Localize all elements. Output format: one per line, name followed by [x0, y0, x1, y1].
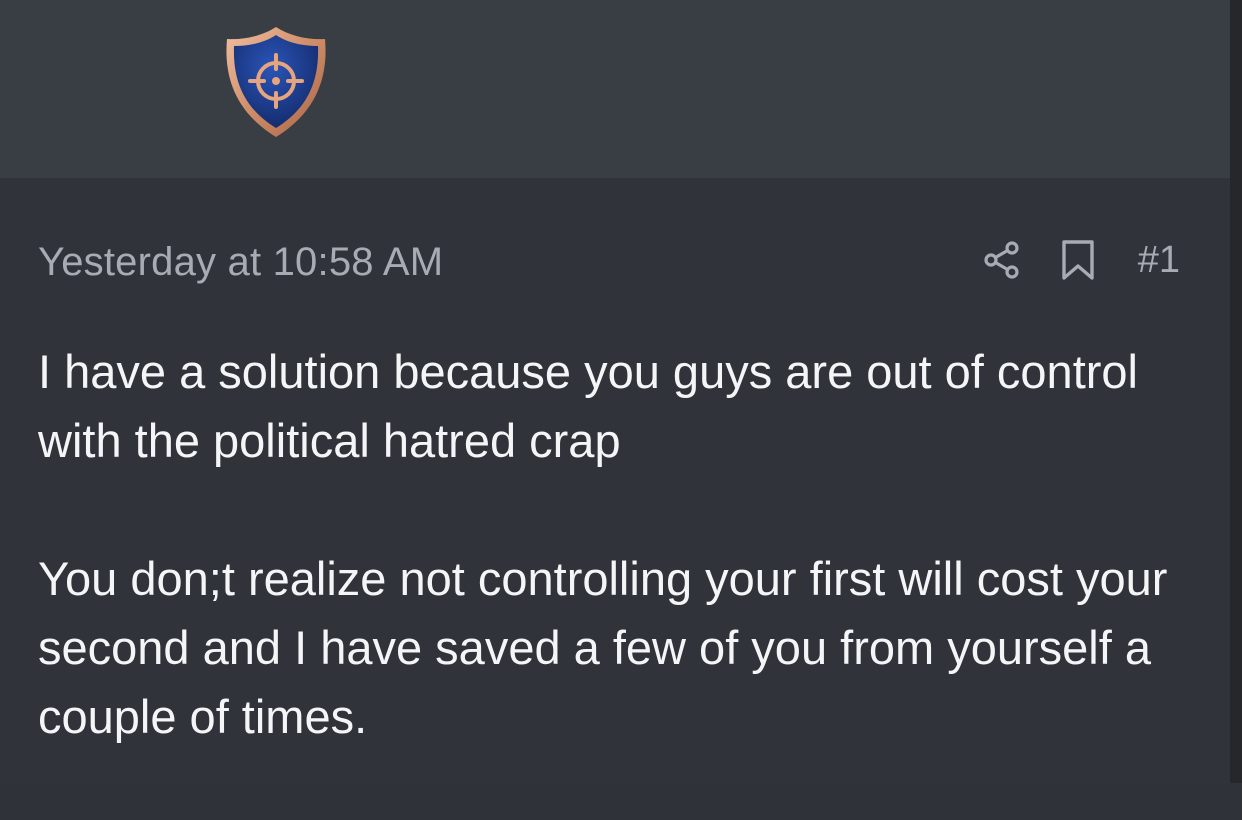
post-paragraph: You don;t realize not controlling your f… — [38, 552, 1168, 743]
forum-post: Yesterday at 10:58 AM #1 I have a soluti… — [0, 0, 1230, 783]
post-paragraph: I have a solution because you guys are o… — [38, 345, 1138, 467]
post-number-link[interactable]: #1 — [1138, 236, 1180, 284]
post-meta: Yesterday at 10:58 AM #1 — [38, 234, 1188, 286]
post-date[interactable]: Yesterday at 10:58 AM — [38, 238, 443, 286]
post-body: I have a solution because you guys are o… — [38, 337, 1198, 820]
page-edge — [1230, 0, 1242, 783]
share-icon[interactable] — [980, 234, 1024, 286]
bookmark-icon[interactable] — [1056, 234, 1100, 286]
post-user-header — [0, 0, 1230, 178]
post-actions: #1 — [980, 234, 1180, 286]
crosshair-shield-icon — [224, 24, 328, 140]
